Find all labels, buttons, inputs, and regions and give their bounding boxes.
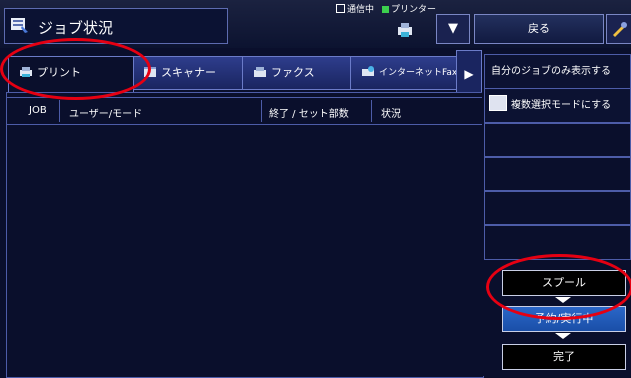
highlight-ring-print-tab bbox=[0, 38, 151, 100]
tab-internet-fax[interactable]: インターネットFax bbox=[350, 56, 458, 90]
column-divider bbox=[59, 100, 60, 122]
fax-icon bbox=[254, 67, 266, 77]
tab-label-internet-fax: インターネットFax bbox=[379, 68, 458, 78]
sidebar-empty-slot bbox=[484, 156, 631, 192]
column-header-sets: 終了 / セット部数 bbox=[269, 109, 349, 120]
job-table-header: JOB ユーザー/モード 終了 / セット部数 状況 bbox=[7, 97, 483, 125]
column-divider bbox=[371, 100, 372, 122]
printer-status-light bbox=[382, 6, 390, 13]
checkbox-icon bbox=[489, 95, 507, 111]
tab-fax[interactable]: ファクス bbox=[242, 56, 352, 90]
play-right-icon: ▶ bbox=[464, 67, 474, 81]
column-divider bbox=[261, 100, 262, 122]
highlight-ring-spool bbox=[486, 254, 631, 320]
own-jobs-only-button[interactable]: 自分のジョブのみ表示する bbox=[484, 54, 631, 90]
comm-status-box bbox=[336, 4, 345, 13]
internet-fax-icon bbox=[362, 66, 374, 76]
sidebar-empty-slot bbox=[484, 190, 631, 226]
comm-status: 通信中 bbox=[347, 5, 375, 15]
status-indicators: 通信中 プリンター bbox=[336, 2, 436, 15]
tab-label-scanner: スキャナー bbox=[161, 66, 216, 79]
printer-status: プリンター bbox=[391, 5, 437, 15]
sidebar-empty-slot bbox=[484, 122, 631, 158]
settings-button[interactable] bbox=[606, 14, 631, 44]
multi-select-label: 複数選択モードにする bbox=[511, 100, 612, 111]
job-list-panel[interactable]: JOB ユーザー/モード 終了 / セット部数 状況 bbox=[6, 92, 484, 378]
multi-select-mode-toggle[interactable]: 複数選択モードにする bbox=[484, 88, 631, 124]
column-header-job: JOB bbox=[29, 105, 47, 116]
job-status-icon bbox=[11, 18, 28, 33]
column-header-status: 状況 bbox=[381, 109, 401, 120]
page-title: ジョブ状況 bbox=[38, 19, 114, 37]
completed-button[interactable]: 完了 bbox=[502, 344, 626, 370]
wrench-icon bbox=[613, 22, 627, 37]
back-button[interactable]: 戻る bbox=[474, 14, 604, 44]
down-arrow-icon bbox=[555, 333, 571, 339]
column-header-user-mode: ユーザー/モード bbox=[69, 109, 143, 120]
tab-label-fax: ファクス bbox=[271, 66, 315, 79]
dropdown-button[interactable]: ▼ bbox=[436, 14, 470, 44]
printer-icon bbox=[398, 23, 412, 37]
tab-scroll-right-button[interactable]: ▶ bbox=[456, 50, 482, 98]
